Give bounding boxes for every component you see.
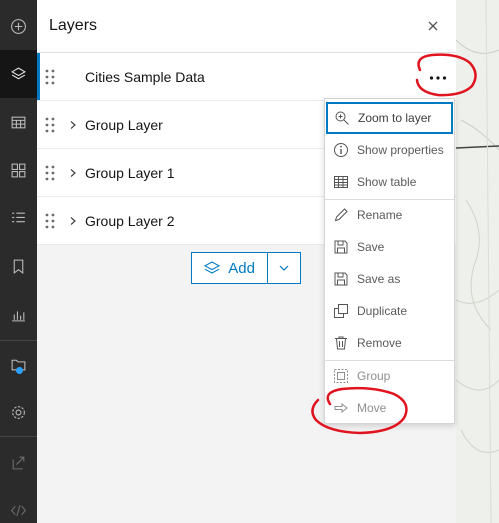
layers-add-icon (204, 261, 221, 274)
save-as-icon (334, 272, 348, 286)
folder-icon[interactable] (0, 340, 37, 388)
drag-handle-icon[interactable] (45, 165, 55, 181)
gear-icon[interactable] (0, 388, 37, 436)
layer-label: Cities Sample Data (85, 68, 205, 85)
menu-item-label: Save as (357, 272, 401, 286)
basemap-gallery-icon[interactable] (0, 146, 37, 194)
info-icon (334, 143, 348, 157)
menu-item-zoom-to-layer[interactable]: Zoom to layer (326, 102, 453, 134)
save-icon (334, 240, 348, 254)
panel-title: Layers (49, 17, 98, 34)
add-circle-icon[interactable] (0, 2, 37, 50)
layer-label: Group Layer (85, 116, 163, 133)
chevron-right-icon[interactable] (68, 216, 78, 226)
more-options-button[interactable] (423, 65, 453, 91)
share-icon[interactable] (0, 438, 37, 486)
chevron-right-icon[interactable] (68, 120, 78, 130)
legend-list-icon[interactable] (0, 194, 37, 242)
menu-item-show-properties[interactable]: Show properties (325, 134, 454, 166)
map-view[interactable] (456, 0, 499, 523)
duplicate-icon (334, 304, 348, 318)
menu-item-show-table[interactable]: Show table (325, 166, 454, 198)
layers-icon[interactable] (0, 50, 37, 98)
panel-header: Layers (37, 0, 456, 53)
layer-label: Group Layer 2 (85, 212, 175, 229)
menu-item-label: Duplicate (357, 304, 408, 318)
bookmark-icon[interactable] (0, 242, 37, 290)
menu-item-label: Rename (357, 208, 403, 222)
embed-code-icon[interactable] (0, 486, 37, 523)
menu-item-label: Remove (357, 336, 402, 350)
add-dropdown-button[interactable] (268, 253, 300, 283)
menu-item-label: Save (357, 240, 385, 254)
layer-label: Group Layer 1 (85, 164, 175, 181)
drag-handle-icon[interactable] (45, 69, 55, 85)
menu-item-label: Show properties (357, 143, 444, 157)
layer-actions-menu: Zoom to layer Show properties Show table… (324, 98, 455, 424)
add-button-label: Add (228, 259, 255, 277)
chevron-right-icon[interactable] (68, 168, 78, 178)
menu-item-label: Group (357, 369, 391, 383)
menu-item-move[interactable]: Move (325, 392, 454, 424)
menu-item-label: Show table (357, 175, 417, 189)
move-arrow-icon (334, 402, 348, 414)
chevron-down-icon (279, 265, 289, 271)
chart-icon[interactable] (0, 290, 37, 338)
pencil-icon (334, 208, 348, 222)
menu-item-duplicate[interactable]: Duplicate (325, 295, 454, 327)
group-icon (334, 369, 348, 383)
ellipsis-icon (429, 76, 447, 80)
close-icon[interactable] (424, 17, 442, 35)
drag-handle-icon[interactable] (45, 213, 55, 229)
layer-row-cities-sample-data[interactable]: Cities Sample Data (37, 53, 456, 101)
menu-item-label: Move (357, 401, 387, 415)
table-icon (334, 176, 348, 188)
notification-dot (16, 367, 23, 374)
menu-item-rename[interactable]: Rename (325, 199, 454, 231)
menu-item-group[interactable]: Group (325, 360, 454, 392)
trash-icon (335, 336, 347, 350)
drag-handle-icon[interactable] (45, 117, 55, 133)
action-bar (0, 0, 37, 523)
menu-item-save-as[interactable]: Save as (325, 263, 454, 295)
zoom-in-icon (335, 111, 349, 125)
add-button[interactable]: Add (192, 253, 269, 283)
add-layer-split-button: Add (191, 252, 301, 284)
menu-item-remove[interactable]: Remove (325, 327, 454, 359)
menu-item-label: Zoom to layer (358, 111, 432, 125)
table-icon[interactable] (0, 98, 37, 146)
menu-item-save[interactable]: Save (325, 231, 454, 263)
